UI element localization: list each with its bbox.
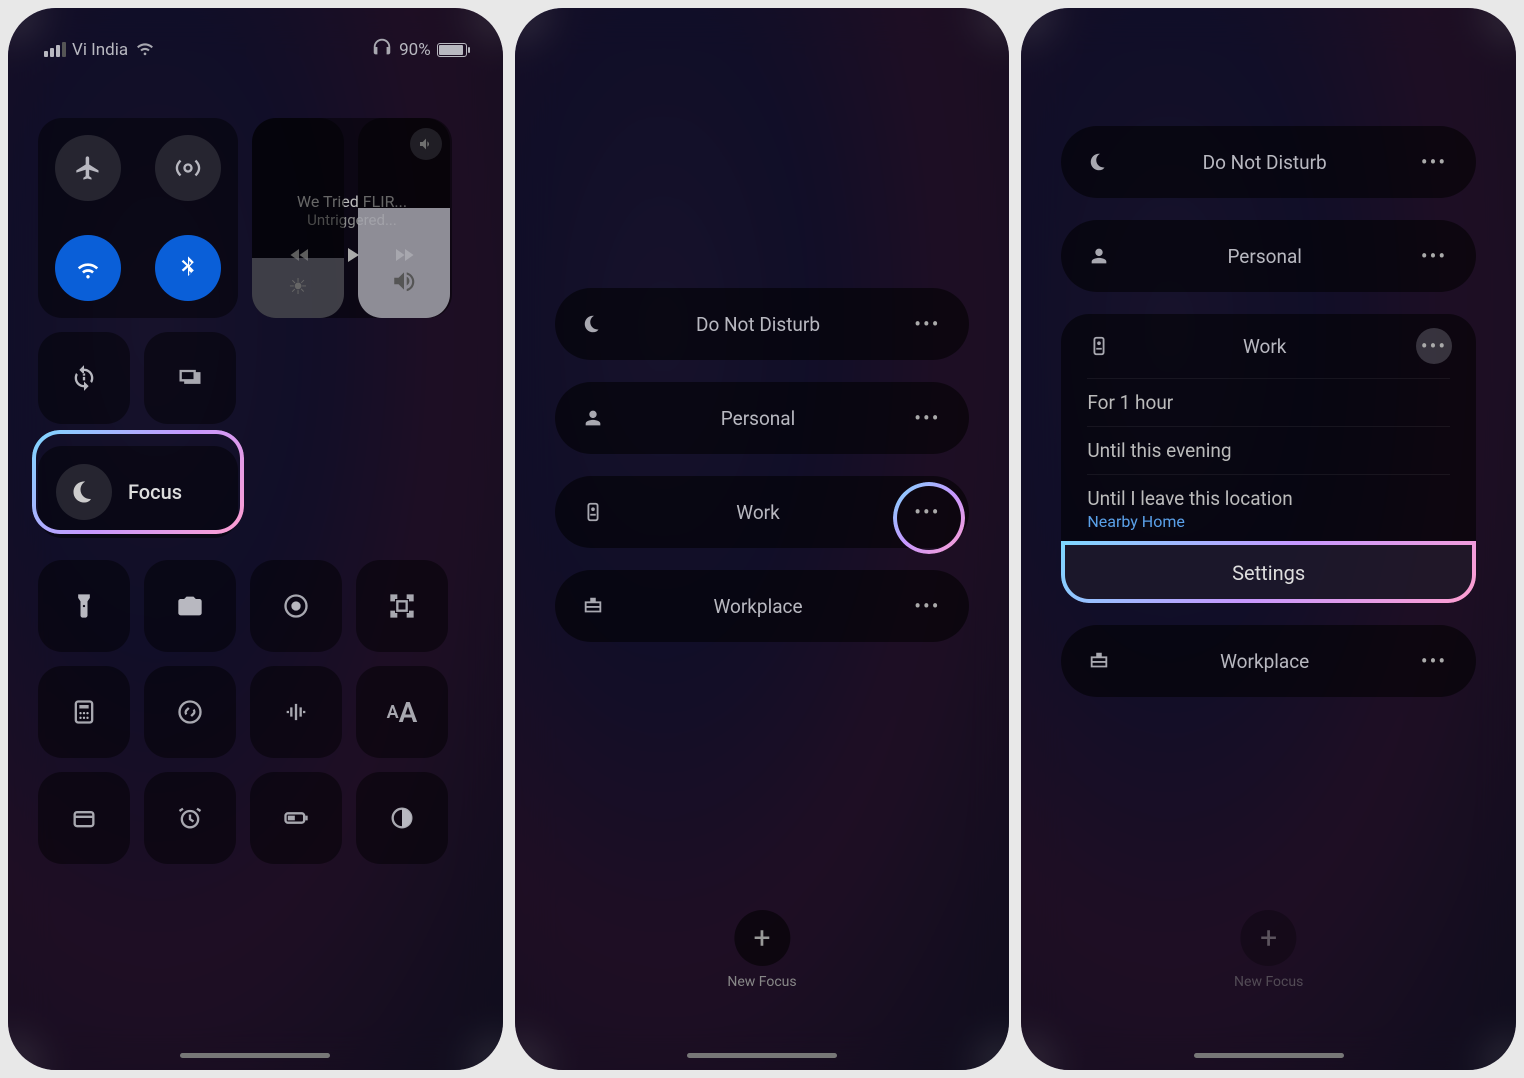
more-button[interactable]: •••: [909, 494, 945, 530]
focus-mode-label: Do Not Disturb: [607, 313, 910, 336]
focus-mode-label: Personal: [607, 407, 910, 430]
calculator-button[interactable]: [38, 666, 130, 758]
briefcase-icon: [579, 595, 607, 617]
focus-label: Focus: [128, 480, 182, 504]
person-icon: [1085, 245, 1113, 267]
more-button[interactable]: •••: [909, 588, 945, 624]
work-option-evening[interactable]: Until this evening: [1087, 426, 1450, 474]
new-focus-label: New Focus: [1234, 974, 1303, 990]
wallet-button[interactable]: [38, 772, 130, 864]
focus-mode-label: Work: [607, 501, 910, 524]
focus-mode-label: Personal: [1113, 245, 1416, 268]
new-focus-button[interactable]: + New Focus: [1234, 910, 1303, 990]
wifi-icon: [134, 36, 156, 63]
work-settings-button[interactable]: Settings: [1061, 543, 1476, 603]
more-button[interactable]: •••: [909, 306, 945, 342]
focus-mode-workplace[interactable]: Workplace •••: [555, 570, 970, 642]
person-icon: [579, 407, 607, 429]
headphones-icon: [371, 36, 393, 63]
work-option-location[interactable]: Until I leave this location Nearby Home: [1087, 474, 1450, 543]
brightness-icon: ☀: [288, 275, 308, 300]
status-bar: Vi India 90%: [8, 36, 503, 63]
moon-icon: [579, 313, 607, 335]
work-option-location-sub: Nearby Home: [1087, 512, 1450, 531]
badge-icon: [579, 501, 607, 523]
focus-mode-dnd[interactable]: Do Not Disturb •••: [555, 288, 970, 360]
text-size-button[interactable]: AA: [356, 666, 448, 758]
low-power-button[interactable]: [250, 772, 342, 864]
carrier-label: Vi India: [72, 40, 128, 60]
focus-mode-work-expanded: Work ••• For 1 hour Until this evening U…: [1061, 314, 1476, 603]
badge-icon: [1085, 335, 1113, 357]
more-button[interactable]: •••: [909, 400, 945, 436]
focus-mode-label: Work: [1113, 335, 1416, 358]
battery-percent: 90%: [399, 40, 431, 60]
dark-mode-button[interactable]: [356, 772, 448, 864]
focus-mode-workplace[interactable]: Workplace •••: [1061, 625, 1476, 697]
shazam-button[interactable]: [144, 666, 236, 758]
flashlight-button[interactable]: [38, 560, 130, 652]
volume-slider[interactable]: [358, 118, 450, 318]
connectivity-group: [38, 118, 238, 318]
home-indicator[interactable]: [180, 1053, 330, 1058]
plus-icon: +: [1241, 910, 1297, 966]
battery-icon: [437, 43, 467, 57]
home-indicator[interactable]: [1194, 1053, 1344, 1058]
more-button[interactable]: •••: [1416, 643, 1452, 679]
orientation-lock-toggle[interactable]: [38, 332, 130, 424]
focus-mode-dnd[interactable]: Do Not Disturb •••: [1061, 126, 1476, 198]
home-indicator[interactable]: [687, 1053, 837, 1058]
cellular-signal-icon: [44, 42, 66, 57]
moon-icon: [1085, 151, 1113, 173]
screenshot-focus-list: Do Not Disturb ••• Personal ••• Work •••…: [515, 8, 1010, 1070]
focus-mode-personal[interactable]: Personal •••: [1061, 220, 1476, 292]
volume-icon: [391, 268, 417, 300]
more-button[interactable]: •••: [1416, 238, 1452, 274]
airplane-mode-toggle[interactable]: [38, 135, 138, 201]
screen-mirroring-button[interactable]: [144, 332, 236, 424]
focus-mode-label: Workplace: [1113, 650, 1416, 673]
wifi-toggle[interactable]: [38, 235, 138, 301]
more-button[interactable]: •••: [1416, 328, 1452, 364]
focus-button[interactable]: Focus: [38, 446, 238, 538]
bluetooth-toggle[interactable]: [138, 235, 238, 301]
qr-scanner-button[interactable]: [356, 560, 448, 652]
focus-mode-label: Do Not Disturb: [1113, 151, 1416, 174]
focus-mode-personal[interactable]: Personal •••: [555, 382, 970, 454]
cellular-data-toggle[interactable]: [138, 135, 238, 201]
work-option-hour[interactable]: For 1 hour: [1087, 378, 1450, 426]
new-focus-label: New Focus: [727, 974, 796, 990]
moon-icon: [56, 464, 112, 520]
plus-icon: +: [734, 910, 790, 966]
new-focus-button[interactable]: + New Focus: [727, 910, 796, 990]
voice-memo-button[interactable]: [250, 666, 342, 758]
alarm-button[interactable]: [144, 772, 236, 864]
briefcase-icon: [1085, 650, 1113, 672]
screenshot-control-center: Vi India 90% We Tried FLIR... Un: [8, 8, 503, 1070]
more-button[interactable]: •••: [1416, 144, 1452, 180]
brightness-slider[interactable]: ☀: [252, 118, 344, 318]
screen-record-button[interactable]: [250, 560, 342, 652]
focus-mode-work[interactable]: Work •••: [555, 476, 970, 548]
screenshot-focus-work-expanded: Do Not Disturb ••• Personal ••• Work •••…: [1021, 8, 1516, 1070]
focus-mode-work[interactable]: Work •••: [1061, 314, 1476, 378]
focus-mode-label: Workplace: [607, 595, 910, 618]
camera-button[interactable]: [144, 560, 236, 652]
